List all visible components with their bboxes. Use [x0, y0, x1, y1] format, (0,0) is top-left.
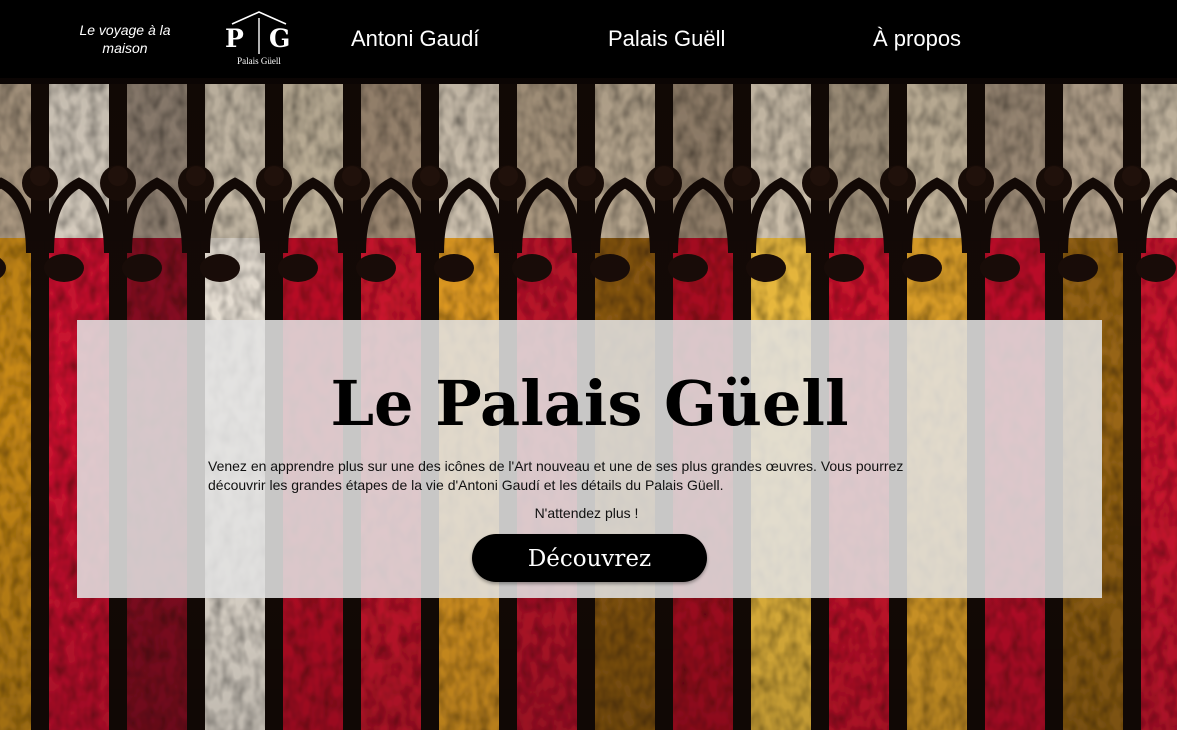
hero-cta-text: N'attendez plus !	[534, 505, 639, 521]
nav-link-antoni-gaudi[interactable]: Antoni Gaudí	[351, 26, 479, 52]
discover-button[interactable]: Découvrez	[472, 534, 707, 582]
site-tagline: Le voyage à la maison	[79, 22, 171, 56]
logo-letter-g: G	[269, 24, 292, 53]
hero-card: Le Palais Güell Venez en apprendre plus …	[77, 320, 1102, 598]
site-logo[interactable]: P G Palais Güell	[222, 10, 296, 68]
page: Le voyage à la maison P G Palais Güell A…	[0, 0, 1177, 730]
logo-caption: Palais Güell	[237, 56, 281, 66]
hero-description: Venez en apprendre plus sur une des icôn…	[208, 458, 904, 493]
site-header: Le voyage à la maison P G Palais Güell A…	[0, 0, 1177, 78]
nav-link-palais-guell[interactable]: Palais Guëll	[608, 26, 725, 52]
nav-link-a-propos[interactable]: À propos	[873, 26, 961, 52]
logo-letter-p: P	[225, 24, 245, 53]
hero-title: Le Palais Güell	[330, 367, 849, 440]
